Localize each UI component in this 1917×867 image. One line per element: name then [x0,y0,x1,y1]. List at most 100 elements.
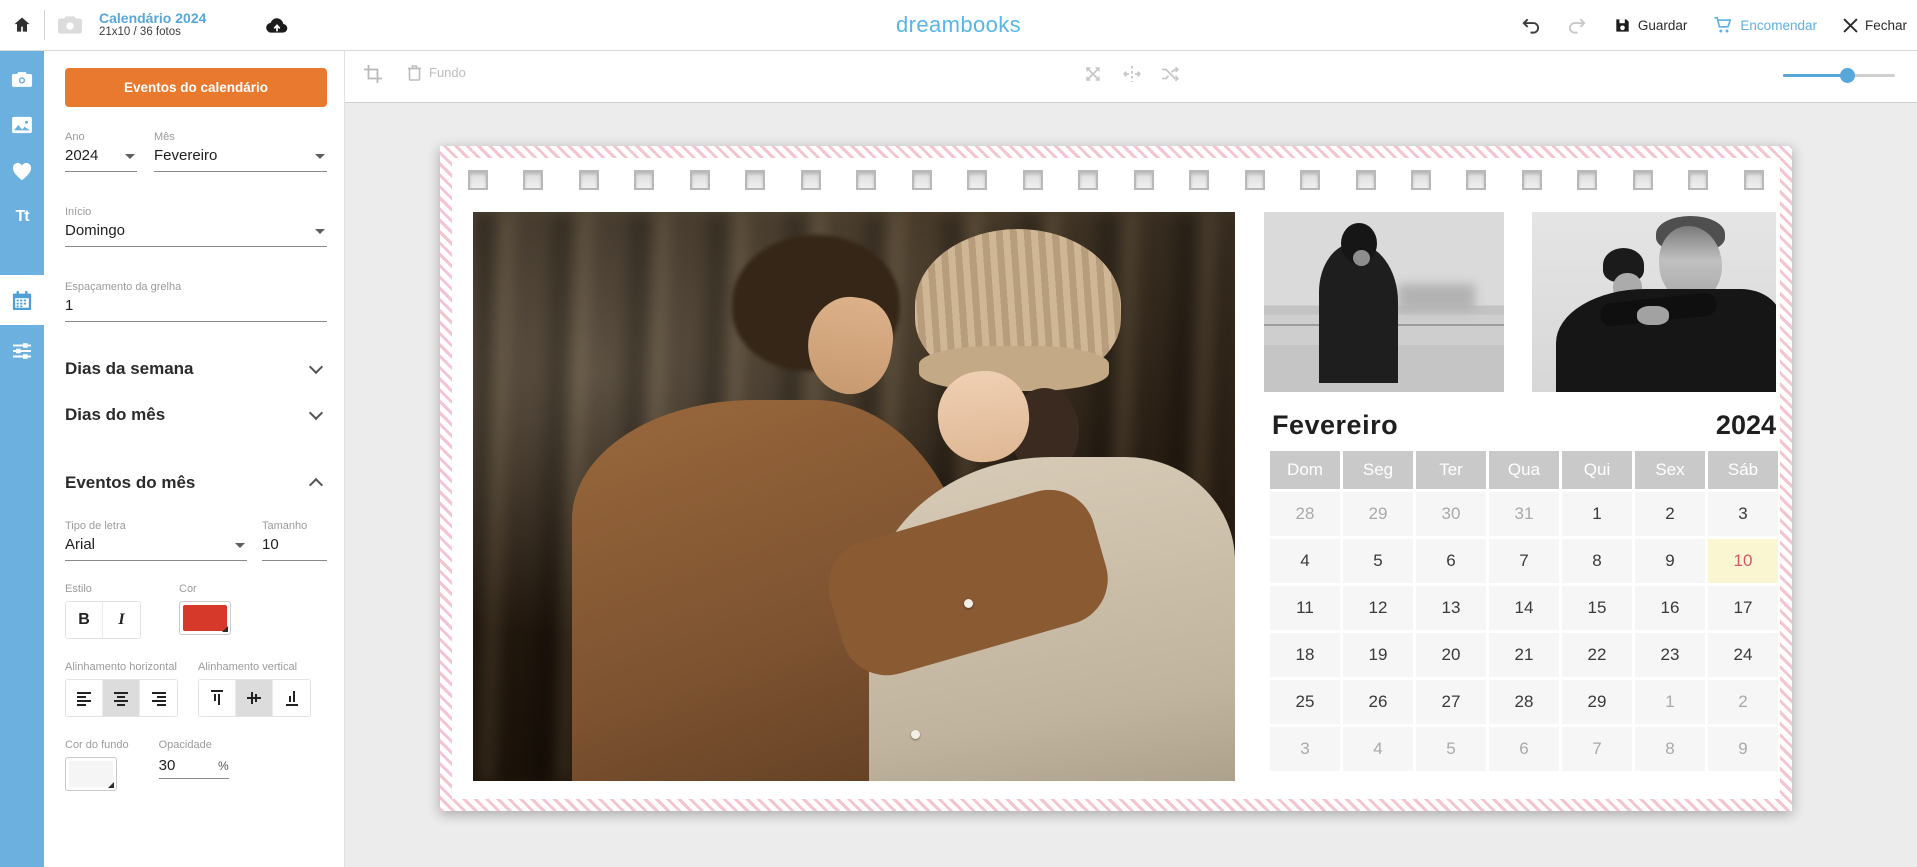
day-cell[interactable]: 31 [1489,492,1559,536]
day-cell[interactable]: 28 [1489,680,1559,724]
day-cell[interactable]: 1 [1562,492,1632,536]
redo-button[interactable] [1567,16,1588,34]
day-cell[interactable]: 14 [1489,586,1559,630]
day-cell[interactable]: 5 [1343,539,1413,583]
day-cell[interactable]: 30 [1416,492,1486,536]
crop-button[interactable] [363,64,383,84]
grid-spacing-input[interactable]: Espaçamento da grelha 1 [65,281,327,322]
day-cell[interactable]: 17 [1708,586,1778,630]
weekday-cell[interactable]: Ter [1416,451,1486,489]
rail-item-adjustments[interactable] [0,328,44,374]
close-button[interactable]: Fechar [1843,18,1907,33]
main-photo[interactable] [473,212,1235,781]
small-photo-left[interactable] [1264,212,1504,392]
day-cell[interactable]: 29 [1343,492,1413,536]
binding-hole [745,170,765,190]
swap-photos-button[interactable] [1083,64,1103,84]
start-day-select[interactable]: Início Domingo [65,206,327,247]
section-monthdays[interactable]: Dias do mês [65,398,327,432]
day-cell[interactable]: 28 [1270,492,1340,536]
rail-item-text[interactable]: Tt [0,194,44,240]
font-size-input[interactable]: Tamanho 10 [262,520,327,561]
day-cell[interactable]: 23 [1635,633,1705,677]
day-cell[interactable]: 22 [1562,633,1632,677]
day-cell[interactable]: 26 [1343,680,1413,724]
day-cell[interactable]: 8 [1635,727,1705,771]
weekday-cell[interactable]: Dom [1270,451,1340,489]
valign-bottom-toggle[interactable] [273,680,310,716]
calendar-page[interactable]: Fevereiro 2024 DomSegTerQuaQuiSexSáb 282… [440,146,1792,811]
day-cell[interactable]: 3 [1270,727,1340,771]
day-cell[interactable]: 24 [1708,633,1778,677]
shuffle-button[interactable] [1160,64,1180,84]
rail-item-images[interactable] [0,102,44,148]
day-cell-highlighted[interactable]: 10 [1708,539,1778,583]
cloud-sync-button[interactable] [264,14,290,36]
valign-top-toggle[interactable] [199,680,236,716]
weekday-cell[interactable]: Qui [1562,451,1632,489]
valign-middle-toggle[interactable] [236,680,273,716]
day-cell[interactable]: 9 [1635,539,1705,583]
background-delete-button[interactable]: Fundo [407,64,466,81]
day-cell[interactable]: 21 [1489,633,1559,677]
bg-color-picker[interactable] [65,757,117,791]
month-select[interactable]: Mês Fevereiro [154,131,327,172]
project-thumbnail[interactable] [57,14,83,36]
italic-toggle[interactable]: I [103,602,140,638]
align-right-toggle[interactable] [140,680,177,716]
day-cell[interactable]: 5 [1416,727,1486,771]
calendar-weekday-row: DomSegTerQuaQuiSexSáb [1270,451,1778,489]
day-cell[interactable]: 4 [1270,539,1340,583]
day-cell[interactable]: 29 [1562,680,1632,724]
opacity-input[interactable]: 30 % [159,757,229,779]
day-cell[interactable]: 20 [1416,633,1486,677]
day-cell[interactable]: 7 [1489,539,1559,583]
bold-toggle[interactable]: B [66,602,103,638]
section-month-events[interactable]: Eventos do mês [65,466,327,500]
day-cell[interactable]: 6 [1416,539,1486,583]
weekday-cell[interactable]: Qua [1489,451,1559,489]
day-cell[interactable]: 3 [1708,492,1778,536]
align-left-toggle[interactable] [66,680,103,716]
undo-button[interactable] [1520,16,1541,34]
day-cell[interactable]: 15 [1562,586,1632,630]
small-photo-right[interactable] [1532,212,1776,392]
calendar-events-button[interactable]: Eventos do calendário [65,68,327,107]
order-button[interactable]: Encomendar [1713,16,1817,34]
zoom-slider[interactable] [1783,74,1895,77]
chevron-down-icon [235,543,245,548]
align-center-toggle[interactable] [103,680,140,716]
calendar-grid-block[interactable]: Fevereiro 2024 DomSegTerQuaQuiSexSáb 282… [1270,410,1778,771]
day-cell[interactable]: 16 [1635,586,1705,630]
day-cell[interactable]: 13 [1416,586,1486,630]
day-cell[interactable]: 2 [1635,492,1705,536]
day-cell[interactable]: 11 [1270,586,1340,630]
weekday-cell[interactable]: Sex [1635,451,1705,489]
day-cell[interactable]: 7 [1562,727,1632,771]
binding-hole [1245,170,1265,190]
day-cell[interactable]: 2 [1708,680,1778,724]
zoom-slider-thumb[interactable] [1840,68,1855,83]
day-cell[interactable]: 6 [1489,727,1559,771]
save-button[interactable]: Guardar [1614,17,1688,34]
day-cell[interactable]: 8 [1562,539,1632,583]
rail-item-calendar[interactable] [0,275,44,325]
section-weekdays[interactable]: Dias da semana [65,352,327,386]
weekday-cell[interactable]: Sáb [1708,451,1778,489]
day-cell[interactable]: 25 [1270,680,1340,724]
day-cell[interactable]: 9 [1708,727,1778,771]
day-cell[interactable]: 12 [1343,586,1413,630]
rail-item-favorites[interactable] [0,148,44,194]
flip-horizontal-button[interactable] [1122,64,1142,84]
home-button[interactable] [0,0,44,50]
weekday-cell[interactable]: Seg [1343,451,1413,489]
day-cell[interactable]: 19 [1343,633,1413,677]
text-color-picker[interactable] [179,601,231,635]
day-cell[interactable]: 27 [1416,680,1486,724]
year-select[interactable]: Ano 2024 [65,131,137,172]
day-cell[interactable]: 4 [1343,727,1413,771]
day-cell[interactable]: 1 [1635,680,1705,724]
day-cell[interactable]: 18 [1270,633,1340,677]
font-family-select[interactable]: Tipo de letra Arial [65,520,247,561]
rail-item-camera[interactable] [0,56,44,102]
